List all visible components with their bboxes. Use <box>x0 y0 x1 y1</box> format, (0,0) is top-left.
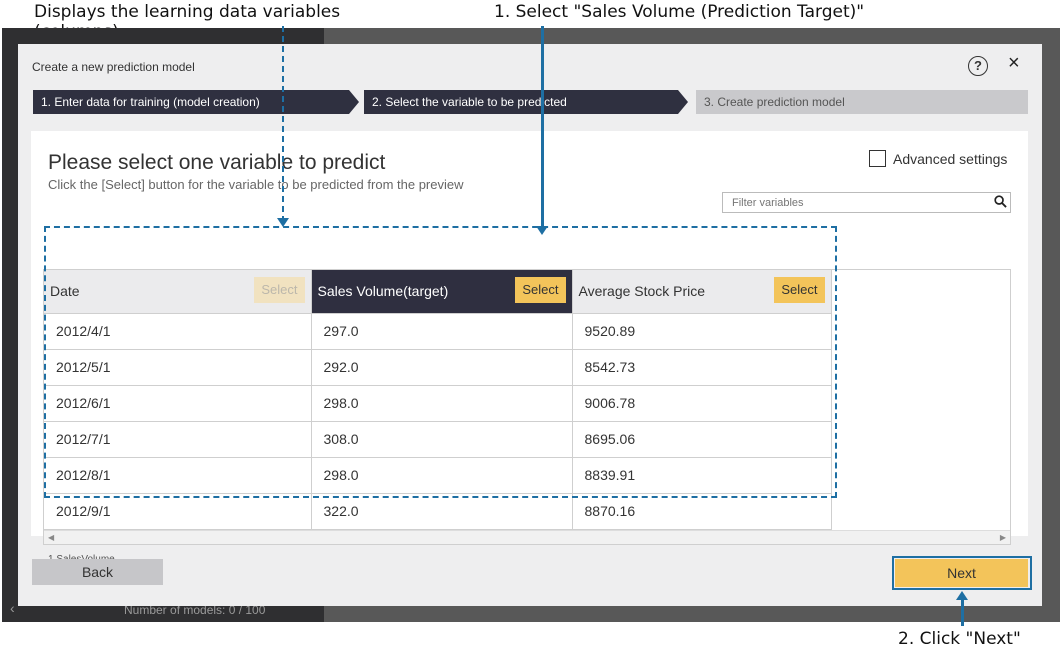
annotation-connector-select <box>541 26 544 226</box>
table-row: 2012/6/1 298.0 9006.78 <box>44 385 832 422</box>
table-cell: 297.0 <box>311 313 573 350</box>
select-button-average-stock-price[interactable]: Select <box>774 277 825 303</box>
dialog-title: Create a new prediction model <box>32 60 195 74</box>
table-cell: 2012/7/1 <box>44 421 312 458</box>
scroll-right-icon[interactable]: ▶ <box>1000 531 1006 544</box>
content-panel: Please select one variable to predict Cl… <box>31 131 1028 565</box>
table-cell: 2012/6/1 <box>44 385 312 422</box>
column-header-sales-volume: Sales Volume(target) Select <box>311 270 573 314</box>
advanced-settings-checkbox[interactable] <box>869 150 886 167</box>
table-cell: 8542.73 <box>572 349 832 386</box>
table-cell: 292.0 <box>311 349 573 386</box>
data-preview-table: Date Select Sales Volume(target) Select … <box>43 269 1011 545</box>
table-cell: 298.0 <box>311 457 573 494</box>
page-heading: Please select one variable to predict <box>48 151 386 174</box>
search-icon[interactable] <box>994 195 1007 208</box>
scroll-left-icon[interactable]: ◀ <box>48 531 54 544</box>
table-cell: 2012/8/1 <box>44 457 312 494</box>
annotation-arrow-columns <box>277 218 289 227</box>
table-cell: 322.0 <box>311 493 573 530</box>
column-header-average-stock-price: Average Stock Price Select <box>572 270 832 314</box>
step-3-create-model: 3. Create prediction model <box>696 90 1028 114</box>
column-name: Sales Volume(target) <box>317 283 449 299</box>
table-cell: 8695.06 <box>572 421 832 458</box>
annotation-connector-columns <box>282 26 284 222</box>
table-cell: 2012/9/1 <box>44 493 312 530</box>
annotation-columns-line1: Displays the learning data variables <box>34 2 341 22</box>
column-name: Date <box>50 283 80 299</box>
annotation-select-target: 1. Select "Sales Volume (Prediction Targ… <box>494 2 865 22</box>
annotation-connector-next <box>961 599 964 626</box>
annotation-arrow-select <box>536 226 548 235</box>
step-1-enter-data: 1. Enter data for training (model creati… <box>33 90 359 114</box>
close-icon[interactable]: × <box>1008 52 1020 75</box>
select-button-sales-volume[interactable]: Select <box>515 277 566 303</box>
next-button[interactable]: Next <box>895 559 1028 587</box>
sidebar-collapse-icon[interactable]: ‹ <box>10 600 15 616</box>
advanced-settings-label: Advanced settings <box>893 150 1008 167</box>
help-icon[interactable]: ? <box>968 56 988 76</box>
table-cell: 9520.89 <box>572 313 832 350</box>
advanced-settings-toggle[interactable]: Advanced settings <box>869 150 1007 167</box>
table-cell: 298.0 <box>311 385 573 422</box>
table-row: 2012/8/1 298.0 8839.91 <box>44 457 832 494</box>
select-button-date: Select <box>254 277 305 303</box>
table-row: 2012/7/1 308.0 8695.06 <box>44 421 832 458</box>
table-row: 2012/5/1 292.0 8542.73 <box>44 349 832 386</box>
page-subheading: Click the [Select] button for the variab… <box>48 177 464 192</box>
create-model-dialog: Create a new prediction model ? × 1. Ent… <box>18 44 1042 606</box>
table-cell: 8839.91 <box>572 457 832 494</box>
table-cell: 8870.16 <box>572 493 832 530</box>
table-cell: 308.0 <box>311 421 573 458</box>
screenshot-stage: Displays the learning data variables (co… <box>0 0 1060 650</box>
table-cell: 9006.78 <box>572 385 832 422</box>
table-cell: 2012/4/1 <box>44 313 312 350</box>
annotation-click-next: 2. Click "Next" <box>898 629 1021 649</box>
table-row: 2012/4/1 297.0 9520.89 <box>44 313 832 350</box>
table-cell: 2012/5/1 <box>44 349 312 386</box>
table-row: 2012/9/1 322.0 8870.16 <box>44 493 832 530</box>
horizontal-scrollbar[interactable]: ◀ ▶ <box>44 530 1010 544</box>
step-2-select-variable: 2. Select the variable to be predicted <box>364 90 688 114</box>
column-header-date: Date Select <box>44 270 312 314</box>
filter-variables-input[interactable] <box>722 192 1011 213</box>
column-name: Average Stock Price <box>578 283 706 299</box>
back-button[interactable]: Back <box>32 559 163 585</box>
